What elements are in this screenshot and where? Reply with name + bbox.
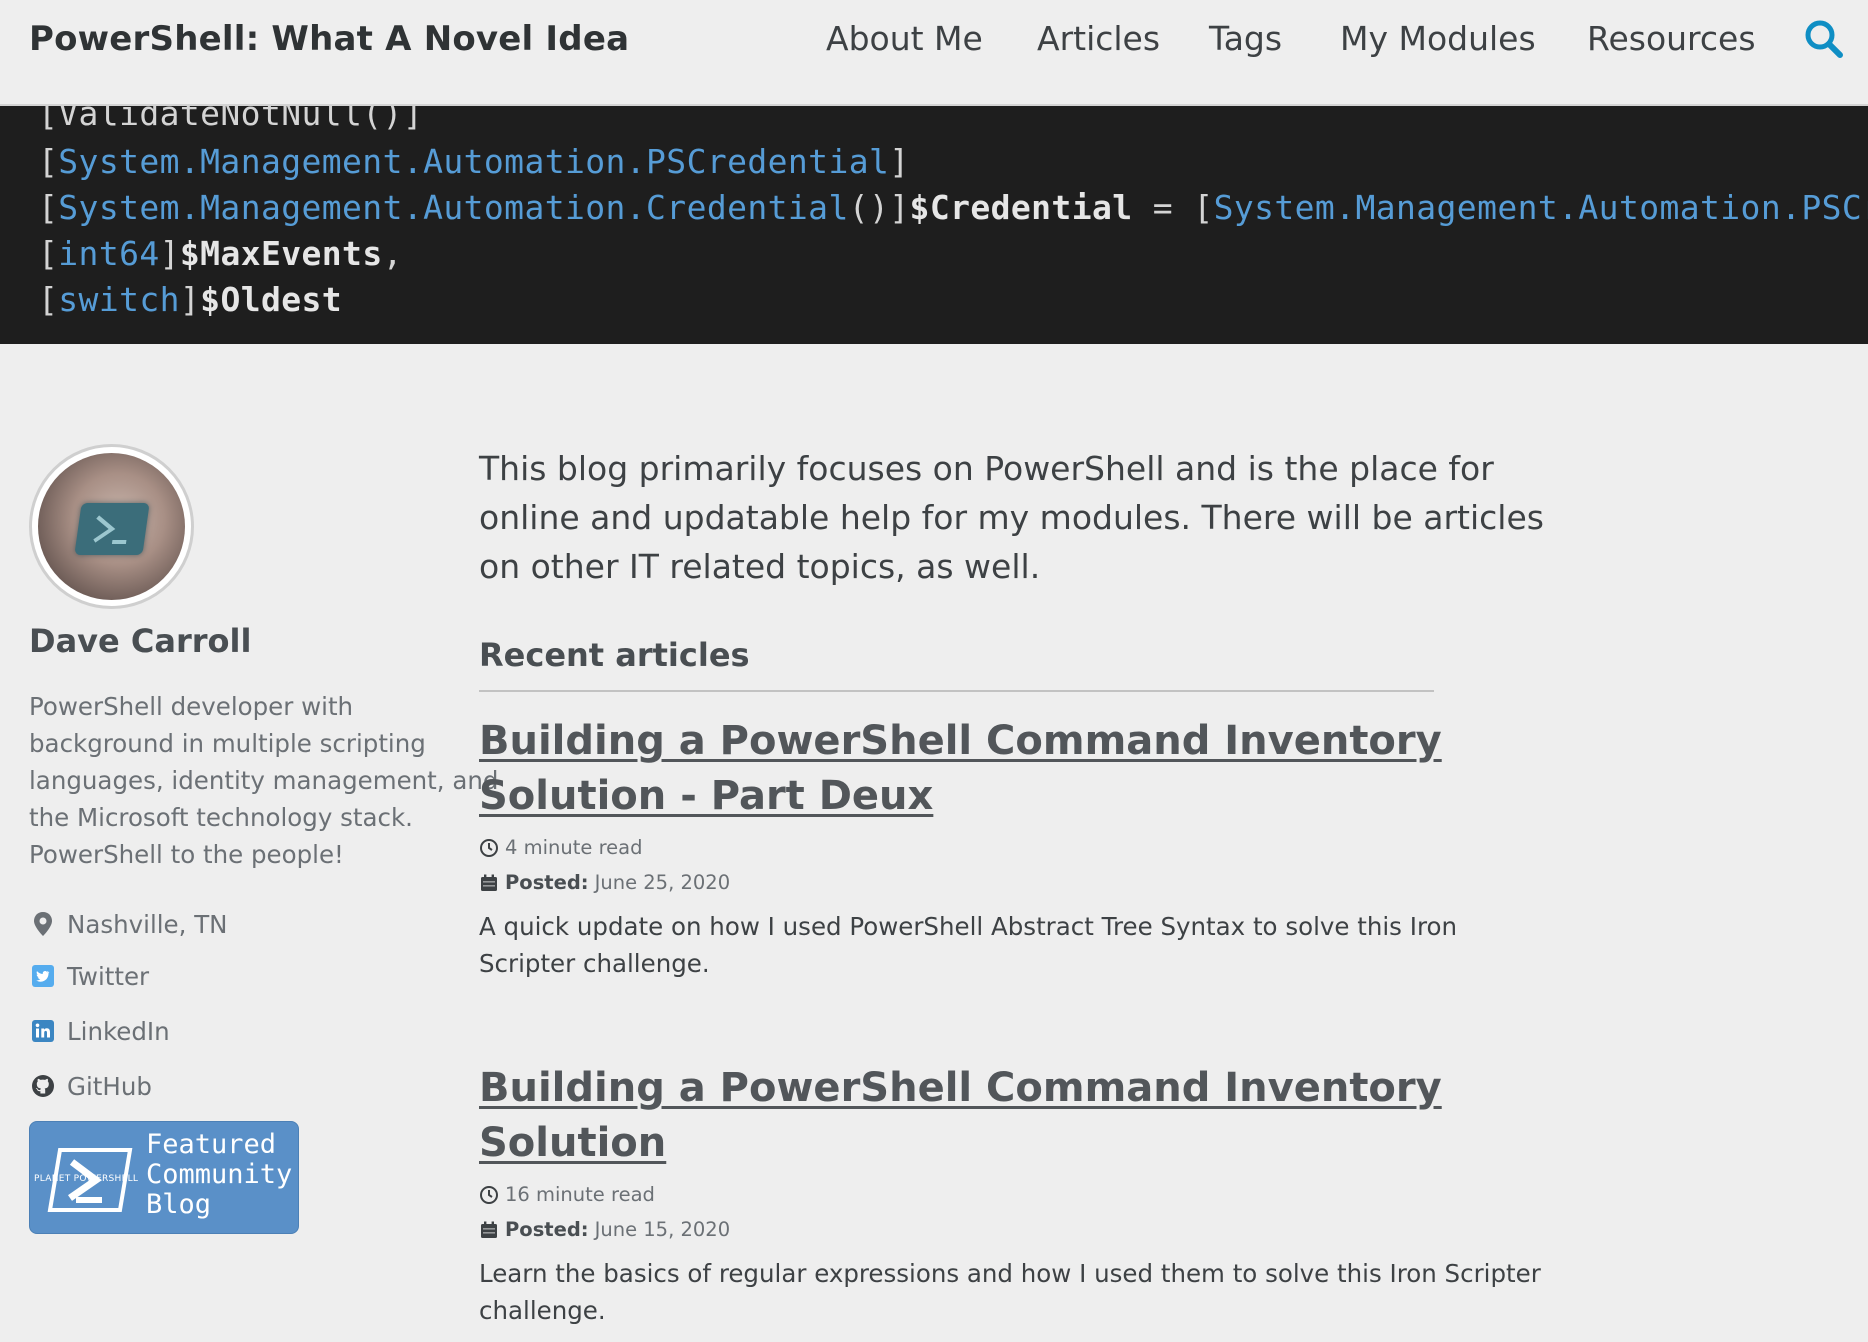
intro-text: This blog primarily focuses on PowerShel… <box>479 444 1544 591</box>
excerpt-line: challenge. <box>479 1296 606 1325</box>
posted-label: Posted: <box>505 871 589 894</box>
map-marker-icon <box>29 910 57 938</box>
article-title-link[interactable]: Building a PowerShell Command Inventory … <box>479 1061 1442 1171</box>
author-bio-line: languages, identity management, and <box>29 766 499 795</box>
section-divider <box>479 690 1434 692</box>
excerpt-line: Scripter challenge. <box>479 949 710 978</box>
read-time-label: 4 minute read <box>505 836 643 859</box>
recent-articles-heading: Recent articles <box>479 636 750 674</box>
author-bio-line: PowerShell to the people! <box>29 840 344 869</box>
author-link-twitter[interactable]: Twitter <box>29 956 149 996</box>
article-read-time: 16 minute read <box>479 1183 655 1206</box>
code-token: ()] <box>848 188 910 227</box>
code-token: [ <box>1193 188 1214 227</box>
twitter-icon <box>29 962 57 990</box>
article-excerpt: A quick update on how I used PowerShell … <box>479 908 1458 982</box>
author-location: Nashville, TN <box>29 904 228 944</box>
author-bio-line: the Microsoft technology stack. <box>29 803 413 832</box>
badge-text: Featured Community Blog <box>146 1130 292 1220</box>
excerpt-line: Learn the basics of regular expressions … <box>479 1259 1541 1288</box>
read-time-label: 16 minute read <box>505 1183 655 1206</box>
posted-label: Posted: <box>505 1218 589 1241</box>
code-token: [ <box>38 280 59 319</box>
code-token: $Credential <box>909 188 1133 227</box>
code-token: , <box>382 234 403 273</box>
clock-icon <box>479 1185 499 1205</box>
badge-line: Featured <box>146 1129 277 1160</box>
code-line: [switch]$Oldest <box>38 280 342 319</box>
article-title-line: Building a PowerShell Command Inventory <box>479 1065 1442 1111</box>
intro-line: This blog primarily focuses on PowerShel… <box>479 449 1494 488</box>
author-bio-line: PowerShell developer with <box>29 692 354 721</box>
planet-powershell-badge[interactable]: PLANET POWERSHELL Featured Community Blo… <box>29 1121 299 1234</box>
badge-line: Community <box>146 1159 293 1190</box>
code-line: [int64]$MaxEvents, <box>38 234 403 273</box>
code-token: $Oldest <box>200 280 343 319</box>
avatar-image <box>38 453 185 600</box>
code-line: [ValidateNotNull()] <box>38 106 423 133</box>
masthead: PowerShell: What A Novel Idea About Me A… <box>0 0 1868 106</box>
code-token: [ <box>38 234 59 273</box>
code-token: System.Management.Automation.PSCredentia <box>1213 188 1868 227</box>
article-read-time: 4 minute read <box>479 836 643 859</box>
code-token: [ <box>38 142 59 181</box>
intro-line: online and updatable help for my modules… <box>479 498 1544 537</box>
nav-my-modules[interactable]: My Modules <box>1340 19 1536 58</box>
code-token: [ValidateNotNull()] <box>38 106 424 133</box>
article-title-line: Solution <box>479 1120 667 1166</box>
linkedin-icon <box>29 1017 57 1045</box>
nav-tags[interactable]: Tags <box>1209 19 1282 58</box>
author-link-linkedin[interactable]: LinkedIn <box>29 1011 170 1051</box>
calendar-icon <box>479 873 499 893</box>
nav-articles[interactable]: Articles <box>1037 19 1160 58</box>
site-title[interactable]: PowerShell: What A Novel Idea <box>29 19 629 59</box>
github-icon <box>29 1072 57 1100</box>
posted-date: June 15, 2020 <box>594 1218 731 1241</box>
author-link-github[interactable]: GitHub <box>29 1066 152 1106</box>
article-item: Building a PowerShell Command Inventory … <box>479 1061 1541 1325</box>
avatar <box>29 444 194 609</box>
code-token: System.Management.Automation.PSCredentia… <box>58 142 890 181</box>
article-title-line: Solution - Part Deux <box>479 773 934 819</box>
article-title-line: Building a PowerShell Command Inventory <box>479 718 1442 764</box>
code-line: [System.Management.Automation.Credential… <box>38 188 1868 227</box>
code-token: ] <box>889 142 910 181</box>
header-code-image: [ValidateNotNull()] [System.Management.A… <box>0 106 1868 344</box>
author-location-label: Nashville, TN <box>67 909 228 939</box>
author-name: Dave Carroll <box>29 622 252 660</box>
powershell-tattoo-icon <box>74 503 150 555</box>
code-token: ] <box>159 234 180 273</box>
search-icon <box>1805 20 1843 58</box>
author-bio-line: background in multiple scripting <box>29 729 426 758</box>
code-token: int64 <box>58 234 160 273</box>
code-token: $MaxEvents <box>179 234 383 273</box>
code-line: [System.Management.Automation.PSCredenti… <box>38 142 910 181</box>
nav-about-me[interactable]: About Me <box>826 19 983 58</box>
article-excerpt: Learn the basics of regular expressions … <box>479 1255 1541 1329</box>
code-token: [ <box>38 188 59 227</box>
article-posted-date: Posted: June 25, 2020 <box>479 871 730 894</box>
author-bio: PowerShell developer with background in … <box>29 688 499 873</box>
calendar-icon <box>479 1220 499 1240</box>
code-token: switch <box>58 280 180 319</box>
search-button[interactable] <box>1800 16 1848 64</box>
author-link-label: Twitter <box>67 961 150 991</box>
code-token: = <box>1132 188 1194 227</box>
excerpt-line: A quick update on how I used PowerShell … <box>479 912 1458 941</box>
author-link-label: LinkedIn <box>67 1016 170 1046</box>
posted-date: June 25, 2020 <box>594 871 731 894</box>
code-token: System.Management.Automation.Credential <box>58 188 849 227</box>
author-link-label: GitHub <box>67 1071 152 1101</box>
intro-line: on other IT related topics, as well. <box>479 547 1041 586</box>
clock-icon <box>479 838 499 858</box>
badge-subtitle: PLANET POWERSHELL <box>34 1174 139 1184</box>
article-title-link[interactable]: Building a PowerShell Command Inventory … <box>479 714 1442 824</box>
article-posted-date: Posted: June 15, 2020 <box>479 1218 730 1241</box>
nav-resources[interactable]: Resources <box>1587 19 1756 58</box>
badge-line: Blog <box>146 1189 212 1220</box>
code-token: ] <box>179 280 201 319</box>
article-item: Building a PowerShell Command Inventory … <box>479 714 1457 978</box>
